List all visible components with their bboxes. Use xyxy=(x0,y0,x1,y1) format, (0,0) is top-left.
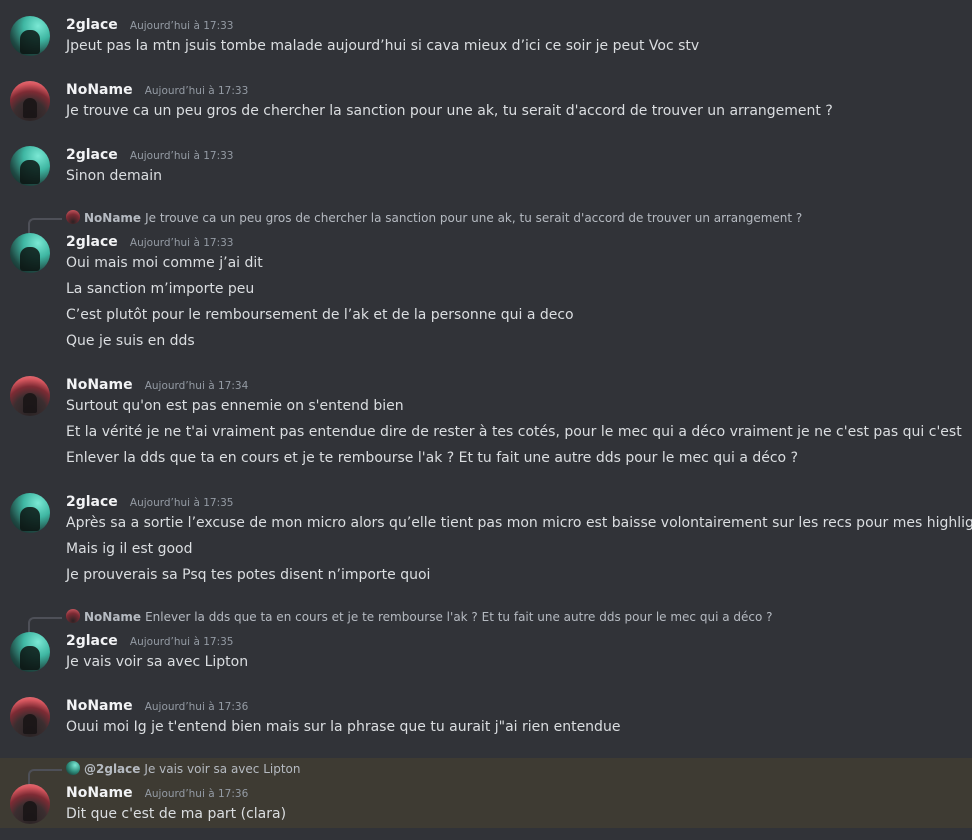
avatar-2glace[interactable] xyxy=(10,16,50,56)
message: 2glace Aujourd’hui à 17:35 Après sa a so… xyxy=(0,489,972,589)
reply-spine xyxy=(28,617,62,633)
message-author[interactable]: 2glace xyxy=(66,234,118,250)
message: NoName Enlever la dds que ta en cours et … xyxy=(0,606,972,676)
message-text: Sinon demain xyxy=(66,168,163,184)
message-text: Ouui moi Ig je t'entend bien mais sur la… xyxy=(66,719,621,735)
message-text: Je prouverais sa Psq tes potes disent n’… xyxy=(66,567,431,583)
avatar-2glace[interactable] xyxy=(10,233,50,273)
message: NoName Aujourd’hui à 17:34 Surtout qu'on… xyxy=(0,372,972,472)
message-text: C’est plutôt pour le remboursement de l’… xyxy=(66,307,574,323)
message-timestamp: Aujourd’hui à 17:33 xyxy=(129,20,234,32)
message-author[interactable]: 2glace xyxy=(66,494,118,510)
message-text: Surtout qu'on est pas ennemie on s'enten… xyxy=(66,398,404,414)
message-text: Jpeut pas la mtn jsuis tombe malade aujo… xyxy=(66,38,700,54)
message-timestamp: Aujourd’hui à 17:35 xyxy=(129,636,234,648)
reply-avatar-icon xyxy=(66,609,80,623)
message-text: Mais ig il est good xyxy=(66,541,193,557)
message-text: Oui mais moi comme j’ai dit xyxy=(66,255,263,271)
avatar-noname[interactable] xyxy=(10,697,50,737)
message-timestamp: Aujourd’hui à 17:34 xyxy=(144,380,249,392)
reply-avatar-icon xyxy=(66,210,80,224)
message-author[interactable]: NoName xyxy=(66,785,133,801)
reply-text: Je vais voir sa avec Lipton xyxy=(144,762,301,776)
message-timestamp: Aujourd’hui à 17:36 xyxy=(144,788,249,800)
message: 2glace Aujourd’hui à 17:33 Jpeut pas la … xyxy=(0,12,972,60)
message-text: Dit que c'est de ma part (clara) xyxy=(66,806,287,822)
message-author[interactable]: 2glace xyxy=(66,17,118,33)
message: NoName Aujourd’hui à 17:33 Je trouve ca … xyxy=(0,77,972,125)
message-text: Je vais voir sa avec Lipton xyxy=(66,654,249,670)
message-timestamp: Aujourd’hui à 17:35 xyxy=(129,497,234,509)
message: NoName Aujourd’hui à 17:36 Ouui moi Ig j… xyxy=(0,693,972,741)
message-timestamp: Aujourd’hui à 17:36 xyxy=(144,701,249,713)
message-author[interactable]: 2glace xyxy=(66,633,118,649)
message-timestamp: Aujourd’hui à 17:33 xyxy=(129,150,234,162)
message-author[interactable]: 2glace xyxy=(66,147,118,163)
message-text: Et la vérité je ne t'ai vraiment pas ent… xyxy=(66,424,962,440)
chat-message-list: 2glace Aujourd’hui à 17:33 Jpeut pas la … xyxy=(0,0,972,840)
avatar-noname[interactable] xyxy=(10,376,50,416)
message-author[interactable]: NoName xyxy=(66,82,133,98)
reply-spine xyxy=(28,218,62,234)
message-author[interactable]: NoName xyxy=(66,698,133,714)
message-text: Je trouve ca un peu gros de chercher la … xyxy=(66,103,833,119)
avatar-noname[interactable] xyxy=(10,81,50,121)
message-text: Enlever la dds que ta en cours et je te … xyxy=(66,450,798,466)
message-mention-highlight: @2glace Je vais voir sa avec Lipton NoNam… xyxy=(0,758,972,828)
message-text: Que je suis en dds xyxy=(66,333,195,349)
reply-author[interactable]: @2glace xyxy=(84,762,140,776)
message-timestamp: Aujourd’hui à 17:33 xyxy=(144,85,249,97)
message-author[interactable]: NoName xyxy=(66,377,133,393)
message-timestamp: Aujourd’hui à 17:33 xyxy=(129,237,234,249)
reply-avatar-icon xyxy=(66,761,80,775)
reply-text: Je trouve ca un peu gros de chercher la … xyxy=(145,211,803,225)
reply-spine xyxy=(28,769,62,785)
avatar-noname[interactable] xyxy=(10,784,50,824)
avatar-2glace[interactable] xyxy=(10,493,50,533)
reply-text: Enlever la dds que ta en cours et je te … xyxy=(145,610,773,624)
avatar-2glace[interactable] xyxy=(10,632,50,672)
message-text: La sanction m’importe peu xyxy=(66,281,255,297)
message-text: Après sa a sortie l’excuse de mon micro … xyxy=(66,515,972,531)
message: 2glace Aujourd’hui à 17:33 Sinon demain xyxy=(0,142,972,190)
avatar-2glace[interactable] xyxy=(10,146,50,186)
message: NoName Je trouve ca un peu gros de cherch… xyxy=(0,207,972,355)
reply-author[interactable]: NoName xyxy=(84,610,141,624)
reply-author[interactable]: NoName xyxy=(84,211,141,225)
